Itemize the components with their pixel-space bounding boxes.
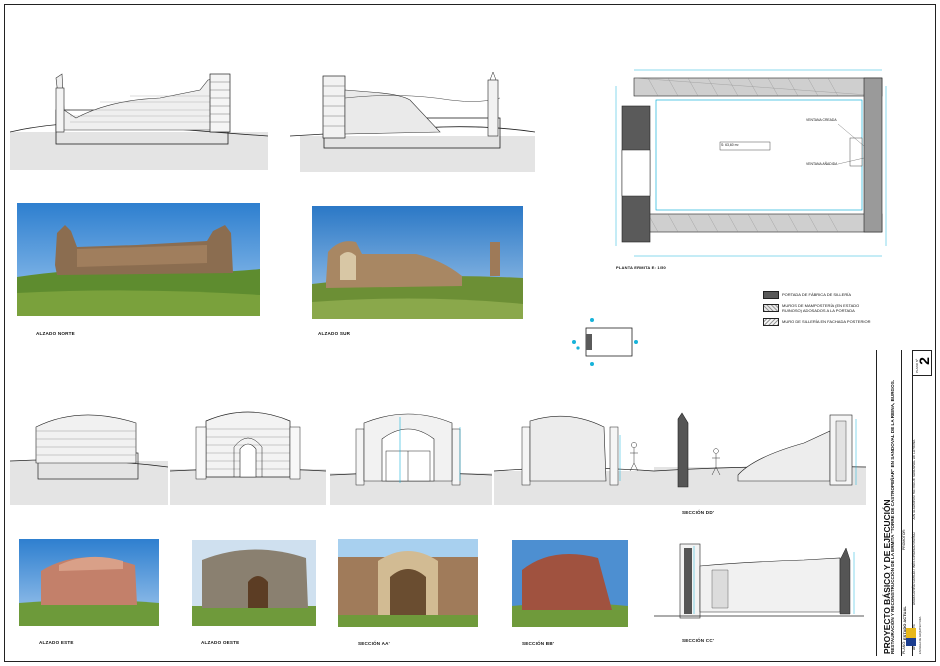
legend-text-portada: PORTADA DE FÁBRICA DE SILLERÍA: [782, 292, 851, 297]
legend-text-mamposteria: MUROS DE MAMPOSTERÍA (EN ESTADO RUINOSO)…: [782, 303, 860, 313]
seccion-aa-drawing: [330, 413, 492, 505]
title-block: PROYECTO BÁSICO Y DE EJECUCIÓN RESTAURAC…: [876, 350, 932, 656]
promotor-label: PROMOTOR:: [902, 529, 906, 550]
seccion-dd-drawing: [654, 412, 866, 505]
sheet-number-box: PLANO Nº 2: [912, 350, 932, 376]
school-logo-blue: [906, 638, 916, 646]
alzado-norte-photo: [17, 203, 260, 316]
legend-text-silleria: MURO DE SILLERÍA EN FACHADA POSTERIOR: [782, 319, 871, 324]
label-seccion-cc: SECCIÓN CC': [682, 638, 715, 643]
alzado-oeste-photo: [192, 540, 316, 626]
alzado-oeste-drawing: [170, 411, 326, 505]
legend-swatch-silleria: [763, 318, 779, 326]
plan-detail-b: VENTANA AÑADIDA: [806, 162, 838, 166]
plan-detail-a: VENTANA CREADA: [806, 118, 837, 122]
seccion-aa-photo: [338, 539, 478, 627]
alzado-norte-drawing: [10, 73, 268, 170]
label-seccion-aa: SECCIÓN AA': [358, 641, 390, 646]
key-plan: [572, 318, 638, 366]
legend-swatch-portada: [763, 291, 779, 299]
legend-swatch-mamposteria: [763, 304, 779, 312]
alzado-sur-drawing: [290, 71, 535, 172]
seccion-cc-drawing: [654, 543, 864, 619]
seccion-bb-photo: [512, 540, 628, 627]
school-logo-yellow: [906, 628, 916, 638]
seccion-bb-drawing: [494, 415, 654, 505]
alzado-este-drawing: [10, 414, 168, 505]
plan-area-note: S: 63,60 m²: [721, 143, 739, 147]
planta-ermita-drawing: [615, 69, 887, 257]
label-seccion-dd: SECCIÓN DD': [682, 510, 715, 515]
project-subtitle: RESTAURACIÓN Y RECONSTRUCCIÓN DE LA ERMI…: [890, 379, 895, 654]
sheet-number: 2: [915, 357, 932, 365]
label-planta-ermita: PLANTA ERMITA E: 1/50: [616, 265, 666, 270]
school-logo-text: ESCUELA DE ARQUITECTURA: [919, 616, 922, 654]
label-alzado-oeste: ALZADO OESTE: [201, 640, 240, 645]
promotor-value: JUNTA ADMINISTRATIVA DE SANDOVAL DE LA R…: [912, 439, 916, 520]
label-alzado-este: ALZADO ESTE: [39, 640, 74, 645]
label-alzado-norte: ALZADO NORTE: [36, 331, 75, 336]
label-seccion-bb: SECCIÓN BB': [522, 641, 555, 646]
alzado-sur-photo: [312, 206, 523, 319]
label-alzado-sur: ALZADO SUR: [318, 331, 351, 336]
alzado-este-photo: [19, 539, 159, 626]
